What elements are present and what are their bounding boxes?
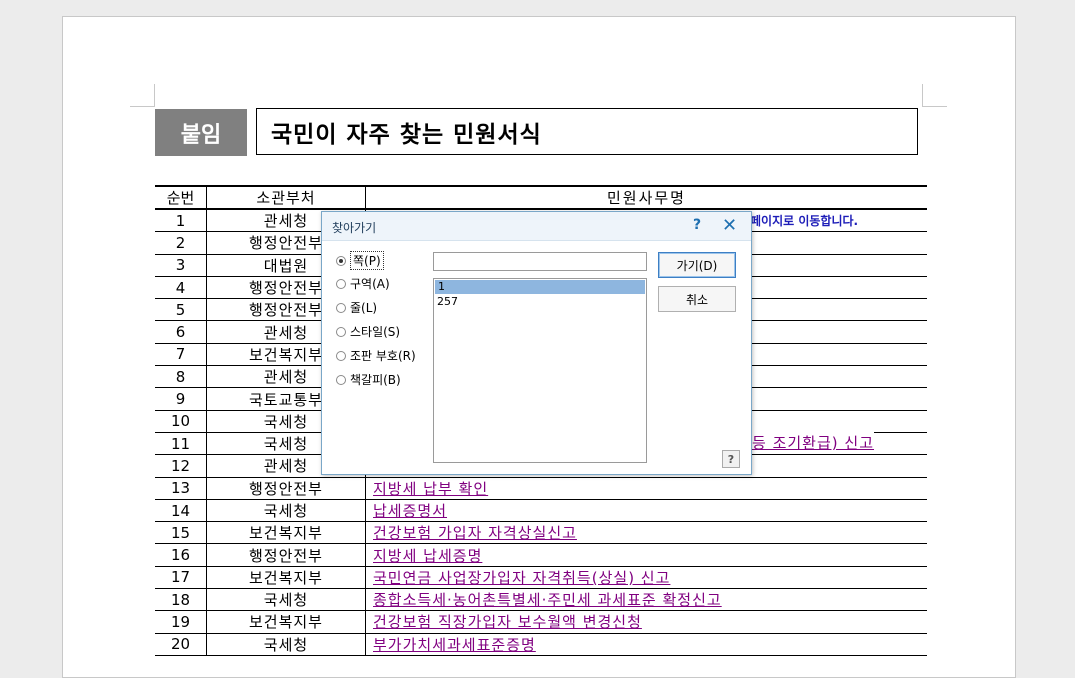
row-form-name-cell: 국민연금 사업장가입자 자격취득(상실) 신고 xyxy=(365,566,927,590)
row-11-form-link[interactable]: 등 조기환급) 신고 xyxy=(752,432,874,453)
dialog-title: 찾아가기 xyxy=(332,221,377,235)
row-department: 행정안전부 xyxy=(206,477,366,500)
go-button[interactable]: 가기(D) xyxy=(658,252,736,278)
dialog-titlebar: 찾아가기 ? ✕ xyxy=(322,212,751,241)
table-row: 19 보건복지부 건강보험 직장가입자 보수월액 변경신청 xyxy=(155,610,927,634)
row-form-name-cell: 종합소득세·농어촌특별세·주민세 과세표준 확정신고 xyxy=(365,588,927,612)
form-link[interactable]: 건강보험 가입자 자격상실신고 xyxy=(373,524,577,542)
table-row: 18 국세청 종합소득세·농어촌특별세·주민세 과세표준 확정신고 xyxy=(155,588,927,612)
list-item[interactable]: 257 xyxy=(434,295,646,309)
row-number: 10 xyxy=(155,410,207,433)
radio-section[interactable]: 구역(A) xyxy=(336,275,390,292)
row-form-name-cell: 부가가치세과세표준증명 xyxy=(365,633,927,656)
row-number: 17 xyxy=(155,566,207,590)
row-department: 국세청 xyxy=(206,588,366,612)
table-row: 14 국세청 납세증명서 xyxy=(155,499,927,523)
table-header-row: 순번 소관부처 민원사무명 xyxy=(155,185,927,210)
form-link[interactable]: 건강보험 직장가입자 보수월액 변경신청 xyxy=(373,613,642,631)
help-icon[interactable]: ? xyxy=(693,217,701,233)
row-department: 국세청 xyxy=(206,499,366,523)
radio-label: 스타일(S) xyxy=(350,325,401,339)
row-form-name-cell: 납세증명서 xyxy=(365,499,927,523)
row-department: 보건복지부 xyxy=(206,566,366,590)
list-item[interactable]: 1 xyxy=(435,280,645,294)
hyperlink-note: 페이지로 이동합니다. xyxy=(750,214,859,228)
radio-line[interactable]: 줄(L) xyxy=(336,299,377,316)
table-row: 15 보건복지부 건강보험 가입자 자격상실신고 xyxy=(155,521,927,545)
radio-label: 조판 부호(R) xyxy=(350,349,416,363)
cancel-button[interactable]: 취소 xyxy=(658,286,736,312)
radio-page[interactable]: 쪽(P) xyxy=(336,251,384,270)
form-link[interactable]: 국민연금 사업장가입자 자격취득(상실) 신고 xyxy=(373,569,670,587)
form-link[interactable]: 납세증명서 xyxy=(373,502,447,520)
document-title: 국민이 자주 찾는 민원서식 xyxy=(256,108,918,155)
row-number: 7 xyxy=(155,343,207,367)
row-number: 16 xyxy=(155,543,207,567)
radio-button-icon[interactable] xyxy=(336,350,346,361)
row-number: 12 xyxy=(155,454,207,478)
row-number: 3 xyxy=(155,254,207,277)
page-number-input[interactable] xyxy=(433,252,647,271)
row-number: 8 xyxy=(155,365,207,389)
form-link[interactable]: 지방세 납부 확인 xyxy=(373,480,488,498)
radio-label: 쪽(P) xyxy=(350,251,384,270)
row-form-name-cell: 건강보험 직장가입자 보수월액 변경신청 xyxy=(365,610,927,634)
radio-button-icon[interactable] xyxy=(336,255,346,266)
help-button[interactable]: ? xyxy=(722,450,740,468)
attachment-badge: 붙임 xyxy=(155,109,247,156)
table-row: 20 국세청 부가가치세과세표준증명 xyxy=(155,633,927,656)
row-department: 행정안전부 xyxy=(206,543,366,567)
ruler xyxy=(0,0,1075,4)
row-department: 보건복지부 xyxy=(206,521,366,545)
radio-button-icon[interactable] xyxy=(336,278,346,289)
column-header-no: 순번 xyxy=(155,185,207,210)
row-number: 15 xyxy=(155,521,207,545)
close-icon[interactable]: ✕ xyxy=(722,215,737,236)
radio-label: 줄(L) xyxy=(350,301,378,315)
row-number: 2 xyxy=(155,231,207,255)
column-header-dept: 소관부처 xyxy=(206,185,366,210)
column-header-name: 민원사무명 xyxy=(365,185,927,210)
row-number: 18 xyxy=(155,588,207,612)
radio-button-icon[interactable] xyxy=(336,302,346,313)
radio-label: 구역(A) xyxy=(350,277,390,291)
row-form-name-cell: 지방세 납부 확인 xyxy=(365,477,927,500)
row-number: 20 xyxy=(155,633,207,656)
table-row: 13 행정안전부 지방세 납부 확인 xyxy=(155,477,927,500)
row-number: 6 xyxy=(155,320,207,344)
row-number: 14 xyxy=(155,499,207,523)
crop-mark xyxy=(922,84,947,107)
row-number: 9 xyxy=(155,387,207,411)
radio-style[interactable]: 스타일(S) xyxy=(336,323,400,340)
row-form-name-cell: 건강보험 가입자 자격상실신고 xyxy=(365,521,927,545)
row-department: 국세청 xyxy=(206,633,366,656)
row-number: 4 xyxy=(155,276,207,300)
radio-button-icon[interactable] xyxy=(336,374,346,385)
radio-bookmark[interactable]: 책갈피(B) xyxy=(336,371,401,388)
row-department: 보건복지부 xyxy=(206,610,366,634)
row-number: 11 xyxy=(155,432,207,456)
table-row: 17 보건복지부 국민연금 사업장가입자 자격취득(상실) 신고 xyxy=(155,566,927,590)
radio-control-code[interactable]: 조판 부호(R) xyxy=(336,347,416,364)
form-link[interactable]: 부가가치세과세표준증명 xyxy=(373,636,536,654)
row-number: 5 xyxy=(155,298,207,322)
table-row: 16 행정안전부 지방세 납세증명 xyxy=(155,543,927,567)
row-number: 19 xyxy=(155,610,207,634)
page-list[interactable]: 1 257 xyxy=(433,278,647,463)
form-link[interactable]: 종합소득세·농어촌특별세·주민세 과세표준 확정신고 xyxy=(373,591,722,609)
row-number: 13 xyxy=(155,477,207,500)
radio-button-icon[interactable] xyxy=(336,326,346,337)
row-number: 1 xyxy=(155,209,207,233)
crop-mark xyxy=(130,84,155,107)
row-form-name-cell: 지방세 납세증명 xyxy=(365,543,927,567)
goto-dialog: 찾아가기 ? ✕ 쪽(P) 구역(A) 줄(L) 스타일(S) 조판 부호(R)… xyxy=(321,211,752,475)
form-link[interactable]: 지방세 납세증명 xyxy=(373,547,482,565)
radio-label: 책갈피(B) xyxy=(350,373,401,387)
